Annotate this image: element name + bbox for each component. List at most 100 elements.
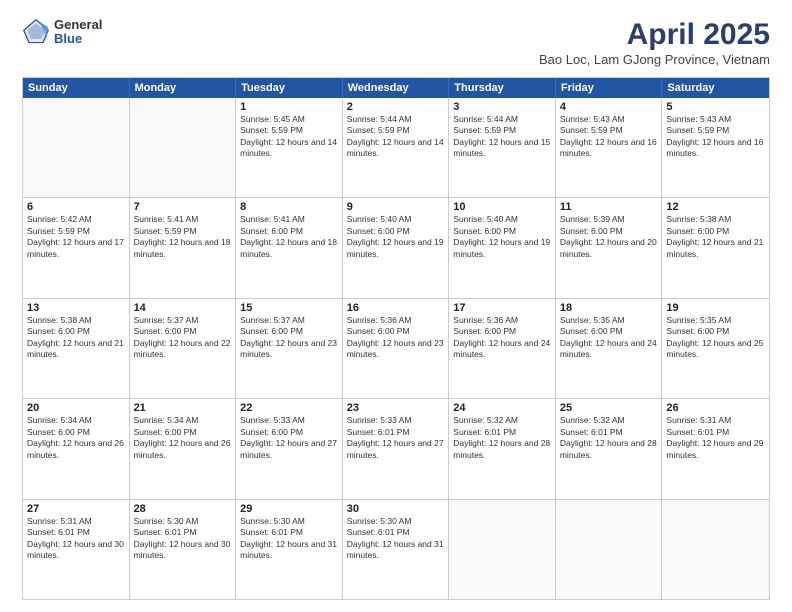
day-info: Sunrise: 5:45 AMSunset: 5:59 PMDaylight:… bbox=[240, 114, 338, 160]
day-number: 4 bbox=[560, 101, 658, 113]
day-info: Sunrise: 5:36 AMSunset: 6:00 PMDaylight:… bbox=[453, 315, 551, 361]
calendar-cell: 25Sunrise: 5:32 AMSunset: 6:01 PMDayligh… bbox=[556, 399, 663, 498]
calendar-body: 1Sunrise: 5:45 AMSunset: 5:59 PMDaylight… bbox=[23, 98, 769, 599]
calendar-header-day: Sunday bbox=[23, 78, 130, 98]
calendar-cell: 29Sunrise: 5:30 AMSunset: 6:01 PMDayligh… bbox=[236, 500, 343, 599]
day-info: Sunrise: 5:37 AMSunset: 6:00 PMDaylight:… bbox=[134, 315, 232, 361]
calendar-cell: 4Sunrise: 5:43 AMSunset: 5:59 PMDaylight… bbox=[556, 98, 663, 197]
day-info: Sunrise: 5:44 AMSunset: 5:59 PMDaylight:… bbox=[453, 114, 551, 160]
day-info: Sunrise: 5:40 AMSunset: 6:00 PMDaylight:… bbox=[453, 214, 551, 260]
day-number: 7 bbox=[134, 201, 232, 213]
calendar-cell: 3Sunrise: 5:44 AMSunset: 5:59 PMDaylight… bbox=[449, 98, 556, 197]
day-info: Sunrise: 5:36 AMSunset: 6:00 PMDaylight:… bbox=[347, 315, 445, 361]
calendar-row: 6Sunrise: 5:42 AMSunset: 5:59 PMDaylight… bbox=[23, 197, 769, 297]
day-number: 25 bbox=[560, 402, 658, 414]
calendar-cell: 27Sunrise: 5:31 AMSunset: 6:01 PMDayligh… bbox=[23, 500, 130, 599]
calendar-row: 1Sunrise: 5:45 AMSunset: 5:59 PMDaylight… bbox=[23, 98, 769, 197]
day-info: Sunrise: 5:43 AMSunset: 5:59 PMDaylight:… bbox=[560, 114, 658, 160]
day-info: Sunrise: 5:38 AMSunset: 6:00 PMDaylight:… bbox=[27, 315, 125, 361]
day-number: 26 bbox=[666, 402, 765, 414]
day-info: Sunrise: 5:30 AMSunset: 6:01 PMDaylight:… bbox=[240, 516, 338, 562]
day-number: 18 bbox=[560, 302, 658, 314]
calendar-cell: 19Sunrise: 5:35 AMSunset: 6:00 PMDayligh… bbox=[662, 299, 769, 398]
day-number: 14 bbox=[134, 302, 232, 314]
day-number: 17 bbox=[453, 302, 551, 314]
day-number: 19 bbox=[666, 302, 765, 314]
day-info: Sunrise: 5:35 AMSunset: 6:00 PMDaylight:… bbox=[560, 315, 658, 361]
day-number: 22 bbox=[240, 402, 338, 414]
calendar-cell bbox=[23, 98, 130, 197]
calendar-cell: 22Sunrise: 5:33 AMSunset: 6:00 PMDayligh… bbox=[236, 399, 343, 498]
day-info: Sunrise: 5:32 AMSunset: 6:01 PMDaylight:… bbox=[560, 415, 658, 461]
day-number: 10 bbox=[453, 201, 551, 213]
calendar-cell: 26Sunrise: 5:31 AMSunset: 6:01 PMDayligh… bbox=[662, 399, 769, 498]
logo-icon bbox=[22, 18, 50, 46]
calendar-row: 20Sunrise: 5:34 AMSunset: 6:00 PMDayligh… bbox=[23, 398, 769, 498]
calendar-header-day: Saturday bbox=[662, 78, 769, 98]
day-number: 15 bbox=[240, 302, 338, 314]
calendar-row: 27Sunrise: 5:31 AMSunset: 6:01 PMDayligh… bbox=[23, 499, 769, 599]
calendar: SundayMondayTuesdayWednesdayThursdayFrid… bbox=[22, 77, 770, 600]
logo: General Blue bbox=[22, 18, 102, 47]
day-info: Sunrise: 5:37 AMSunset: 6:00 PMDaylight:… bbox=[240, 315, 338, 361]
calendar-cell: 8Sunrise: 5:41 AMSunset: 6:00 PMDaylight… bbox=[236, 198, 343, 297]
day-number: 13 bbox=[27, 302, 125, 314]
calendar-cell: 12Sunrise: 5:38 AMSunset: 6:00 PMDayligh… bbox=[662, 198, 769, 297]
calendar-cell: 1Sunrise: 5:45 AMSunset: 5:59 PMDaylight… bbox=[236, 98, 343, 197]
day-number: 23 bbox=[347, 402, 445, 414]
day-info: Sunrise: 5:34 AMSunset: 6:00 PMDaylight:… bbox=[134, 415, 232, 461]
calendar-cell bbox=[130, 98, 237, 197]
calendar-cell: 11Sunrise: 5:39 AMSunset: 6:00 PMDayligh… bbox=[556, 198, 663, 297]
day-info: Sunrise: 5:31 AMSunset: 6:01 PMDaylight:… bbox=[666, 415, 765, 461]
calendar-title: April 2025 bbox=[539, 18, 770, 52]
calendar-header: SundayMondayTuesdayWednesdayThursdayFrid… bbox=[23, 78, 769, 98]
day-number: 29 bbox=[240, 503, 338, 515]
day-number: 6 bbox=[27, 201, 125, 213]
logo-blue-label: Blue bbox=[54, 32, 102, 46]
calendar-cell: 18Sunrise: 5:35 AMSunset: 6:00 PMDayligh… bbox=[556, 299, 663, 398]
calendar-header-day: Friday bbox=[556, 78, 663, 98]
day-number: 11 bbox=[560, 201, 658, 213]
calendar-header-day: Thursday bbox=[449, 78, 556, 98]
calendar-cell: 16Sunrise: 5:36 AMSunset: 6:00 PMDayligh… bbox=[343, 299, 450, 398]
calendar-location: Bao Loc, Lam GJong Province, Vietnam bbox=[539, 52, 770, 67]
day-info: Sunrise: 5:34 AMSunset: 6:00 PMDaylight:… bbox=[27, 415, 125, 461]
calendar-cell: 10Sunrise: 5:40 AMSunset: 6:00 PMDayligh… bbox=[449, 198, 556, 297]
day-number: 1 bbox=[240, 101, 338, 113]
day-number: 21 bbox=[134, 402, 232, 414]
calendar-cell: 24Sunrise: 5:32 AMSunset: 6:01 PMDayligh… bbox=[449, 399, 556, 498]
day-info: Sunrise: 5:41 AMSunset: 5:59 PMDaylight:… bbox=[134, 214, 232, 260]
page: General Blue April 2025 Bao Loc, Lam GJo… bbox=[0, 0, 792, 612]
calendar-cell: 15Sunrise: 5:37 AMSunset: 6:00 PMDayligh… bbox=[236, 299, 343, 398]
day-number: 8 bbox=[240, 201, 338, 213]
day-number: 2 bbox=[347, 101, 445, 113]
calendar-header-day: Monday bbox=[130, 78, 237, 98]
day-info: Sunrise: 5:32 AMSunset: 6:01 PMDaylight:… bbox=[453, 415, 551, 461]
calendar-cell: 13Sunrise: 5:38 AMSunset: 6:00 PMDayligh… bbox=[23, 299, 130, 398]
calendar-row: 13Sunrise: 5:38 AMSunset: 6:00 PMDayligh… bbox=[23, 298, 769, 398]
calendar-cell: 2Sunrise: 5:44 AMSunset: 5:59 PMDaylight… bbox=[343, 98, 450, 197]
day-info: Sunrise: 5:35 AMSunset: 6:00 PMDaylight:… bbox=[666, 315, 765, 361]
day-number: 20 bbox=[27, 402, 125, 414]
calendar-header-day: Tuesday bbox=[236, 78, 343, 98]
calendar-cell: 20Sunrise: 5:34 AMSunset: 6:00 PMDayligh… bbox=[23, 399, 130, 498]
logo-text: General Blue bbox=[54, 18, 102, 47]
day-number: 12 bbox=[666, 201, 765, 213]
day-info: Sunrise: 5:42 AMSunset: 5:59 PMDaylight:… bbox=[27, 214, 125, 260]
day-info: Sunrise: 5:40 AMSunset: 6:00 PMDaylight:… bbox=[347, 214, 445, 260]
calendar-cell: 14Sunrise: 5:37 AMSunset: 6:00 PMDayligh… bbox=[130, 299, 237, 398]
calendar-cell: 30Sunrise: 5:30 AMSunset: 6:01 PMDayligh… bbox=[343, 500, 450, 599]
calendar-cell: 23Sunrise: 5:33 AMSunset: 6:01 PMDayligh… bbox=[343, 399, 450, 498]
day-number: 3 bbox=[453, 101, 551, 113]
day-number: 5 bbox=[666, 101, 765, 113]
day-info: Sunrise: 5:43 AMSunset: 5:59 PMDaylight:… bbox=[666, 114, 765, 160]
calendar-cell bbox=[449, 500, 556, 599]
calendar-header-day: Wednesday bbox=[343, 78, 450, 98]
day-number: 16 bbox=[347, 302, 445, 314]
calendar-cell: 5Sunrise: 5:43 AMSunset: 5:59 PMDaylight… bbox=[662, 98, 769, 197]
calendar-cell bbox=[662, 500, 769, 599]
calendar-cell: 17Sunrise: 5:36 AMSunset: 6:00 PMDayligh… bbox=[449, 299, 556, 398]
calendar-cell: 9Sunrise: 5:40 AMSunset: 6:00 PMDaylight… bbox=[343, 198, 450, 297]
day-number: 28 bbox=[134, 503, 232, 515]
day-info: Sunrise: 5:39 AMSunset: 6:00 PMDaylight:… bbox=[560, 214, 658, 260]
